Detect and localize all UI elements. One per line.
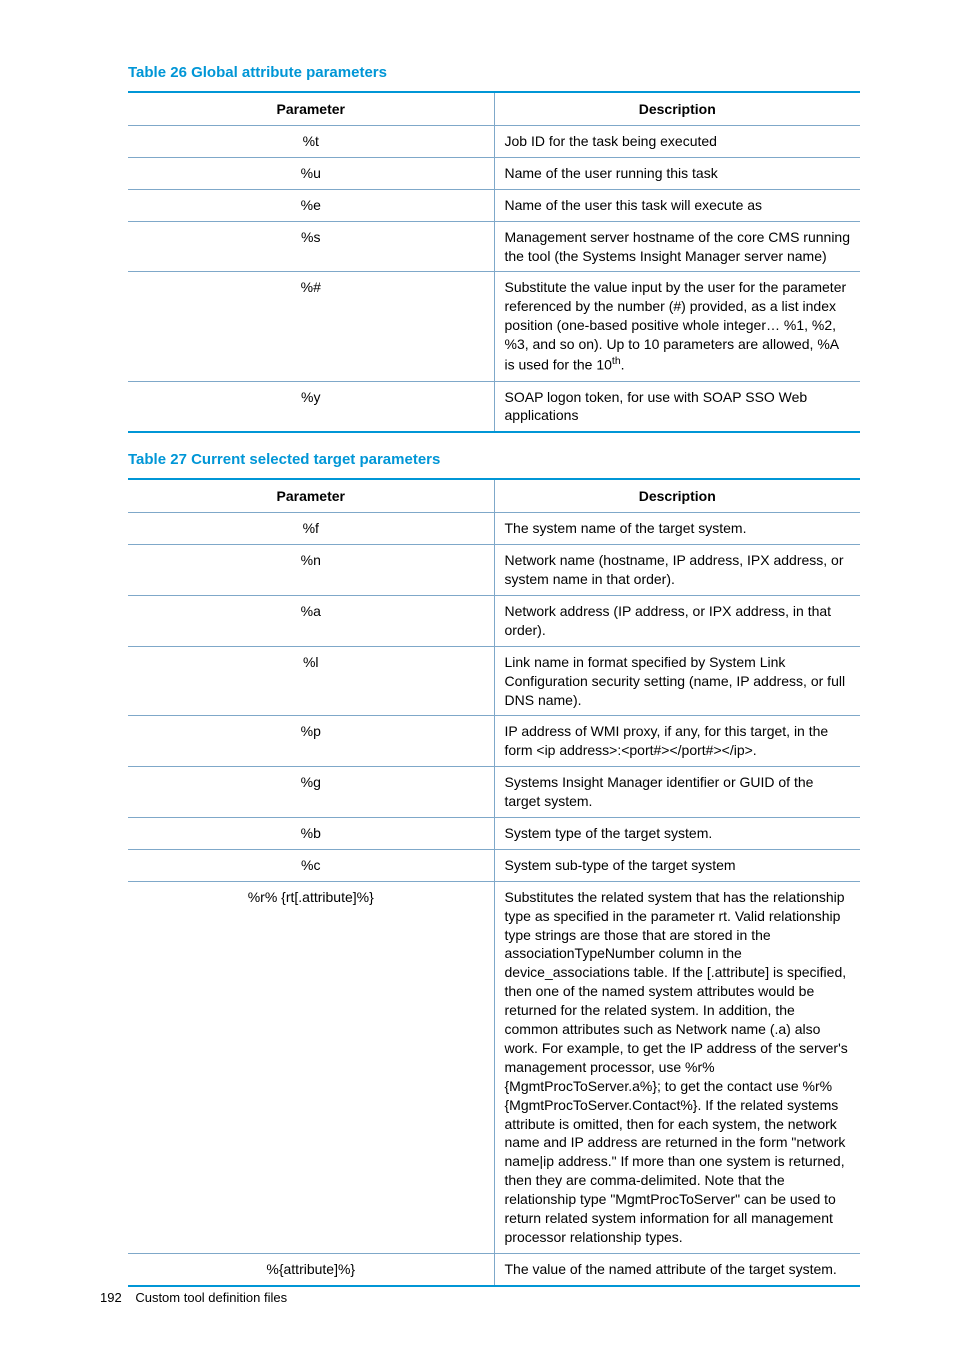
table-header-row: Parameter Description — [128, 479, 860, 513]
table-row: %gSystems Insight Manager identifier or … — [128, 767, 860, 818]
parameter-cell: %{attribute]%} — [128, 1253, 494, 1285]
description-cell: Management server hostname of the core C… — [494, 221, 860, 272]
table-27-body: %fThe system name of the target system.%… — [128, 513, 860, 1286]
parameter-cell: %p — [128, 716, 494, 767]
parameter-cell: %l — [128, 646, 494, 716]
col-description: Description — [494, 479, 860, 513]
table-row: %fThe system name of the target system. — [128, 513, 860, 545]
parameter-cell: %n — [128, 545, 494, 596]
parameter-cell: %u — [128, 157, 494, 189]
col-parameter: Parameter — [128, 479, 494, 513]
parameter-cell: %b — [128, 818, 494, 850]
table-row: %eName of the user this task will execut… — [128, 189, 860, 221]
description-cell: Network name (hostname, IP address, IPX … — [494, 545, 860, 596]
description-cell: System type of the target system. — [494, 818, 860, 850]
parameter-cell: %e — [128, 189, 494, 221]
description-cell: SOAP logon token, for use with SOAP SSO … — [494, 381, 860, 432]
parameter-cell: %a — [128, 596, 494, 647]
table-row: %sManagement server hostname of the core… — [128, 221, 860, 272]
table-row: %ySOAP logon token, for use with SOAP SS… — [128, 381, 860, 432]
description-cell: Name of the user running this task — [494, 157, 860, 189]
parameter-cell: %c — [128, 849, 494, 881]
table-row: %aNetwork address (IP address, or IPX ad… — [128, 596, 860, 647]
description-cell: System sub-type of the target system — [494, 849, 860, 881]
parameter-cell: %# — [128, 272, 494, 381]
table-row: %tJob ID for the task being executed — [128, 126, 860, 158]
table-row: %r% {rt[.attribute]%}Substitutes the rel… — [128, 881, 860, 1253]
col-description: Description — [494, 92, 860, 126]
page-number: 192 — [100, 1290, 122, 1305]
parameter-cell: %t — [128, 126, 494, 158]
table-26-body: %tJob ID for the task being executed%uNa… — [128, 126, 860, 433]
table-row: %bSystem type of the target system. — [128, 818, 860, 850]
table-26-caption: Table 26 Global attribute parameters — [128, 64, 860, 81]
table-row: %uName of the user running this task — [128, 157, 860, 189]
description-cell: Name of the user this task will execute … — [494, 189, 860, 221]
table-27: Parameter Description %fThe system name … — [128, 478, 860, 1286]
table-27-caption: Table 27 Current selected target paramet… — [128, 451, 860, 468]
description-cell: The value of the named attribute of the … — [494, 1253, 860, 1285]
description-cell: The system name of the target system. — [494, 513, 860, 545]
description-cell: Job ID for the task being executed — [494, 126, 860, 158]
table-26: Parameter Description %tJob ID for the t… — [128, 91, 860, 433]
parameter-cell: %f — [128, 513, 494, 545]
description-cell: Systems Insight Manager identifier or GU… — [494, 767, 860, 818]
table-header-row: Parameter Description — [128, 92, 860, 126]
col-parameter: Parameter — [128, 92, 494, 126]
description-cell: Substitutes the related system that has … — [494, 881, 860, 1253]
description-cell: Substitute the value input by the user f… — [494, 272, 860, 381]
table-row: %pIP address of WMI proxy, if any, for t… — [128, 716, 860, 767]
table-row: %cSystem sub-type of the target system — [128, 849, 860, 881]
footer-title: Custom tool definition files — [135, 1290, 287, 1305]
table-row: %#Substitute the value input by the user… — [128, 272, 860, 381]
parameter-cell: %s — [128, 221, 494, 272]
description-cell: IP address of WMI proxy, if any, for thi… — [494, 716, 860, 767]
parameter-cell: %y — [128, 381, 494, 432]
table-row: %nNetwork name (hostname, IP address, IP… — [128, 545, 860, 596]
page-footer: 192 Custom tool definition files — [100, 1290, 287, 1305]
description-cell: Network address (IP address, or IPX addr… — [494, 596, 860, 647]
description-cell: Link name in format specified by System … — [494, 646, 860, 716]
table-row: %lLink name in format specified by Syste… — [128, 646, 860, 716]
parameter-cell: %g — [128, 767, 494, 818]
parameter-cell: %r% {rt[.attribute]%} — [128, 881, 494, 1253]
table-row: %{attribute]%}The value of the named att… — [128, 1253, 860, 1285]
